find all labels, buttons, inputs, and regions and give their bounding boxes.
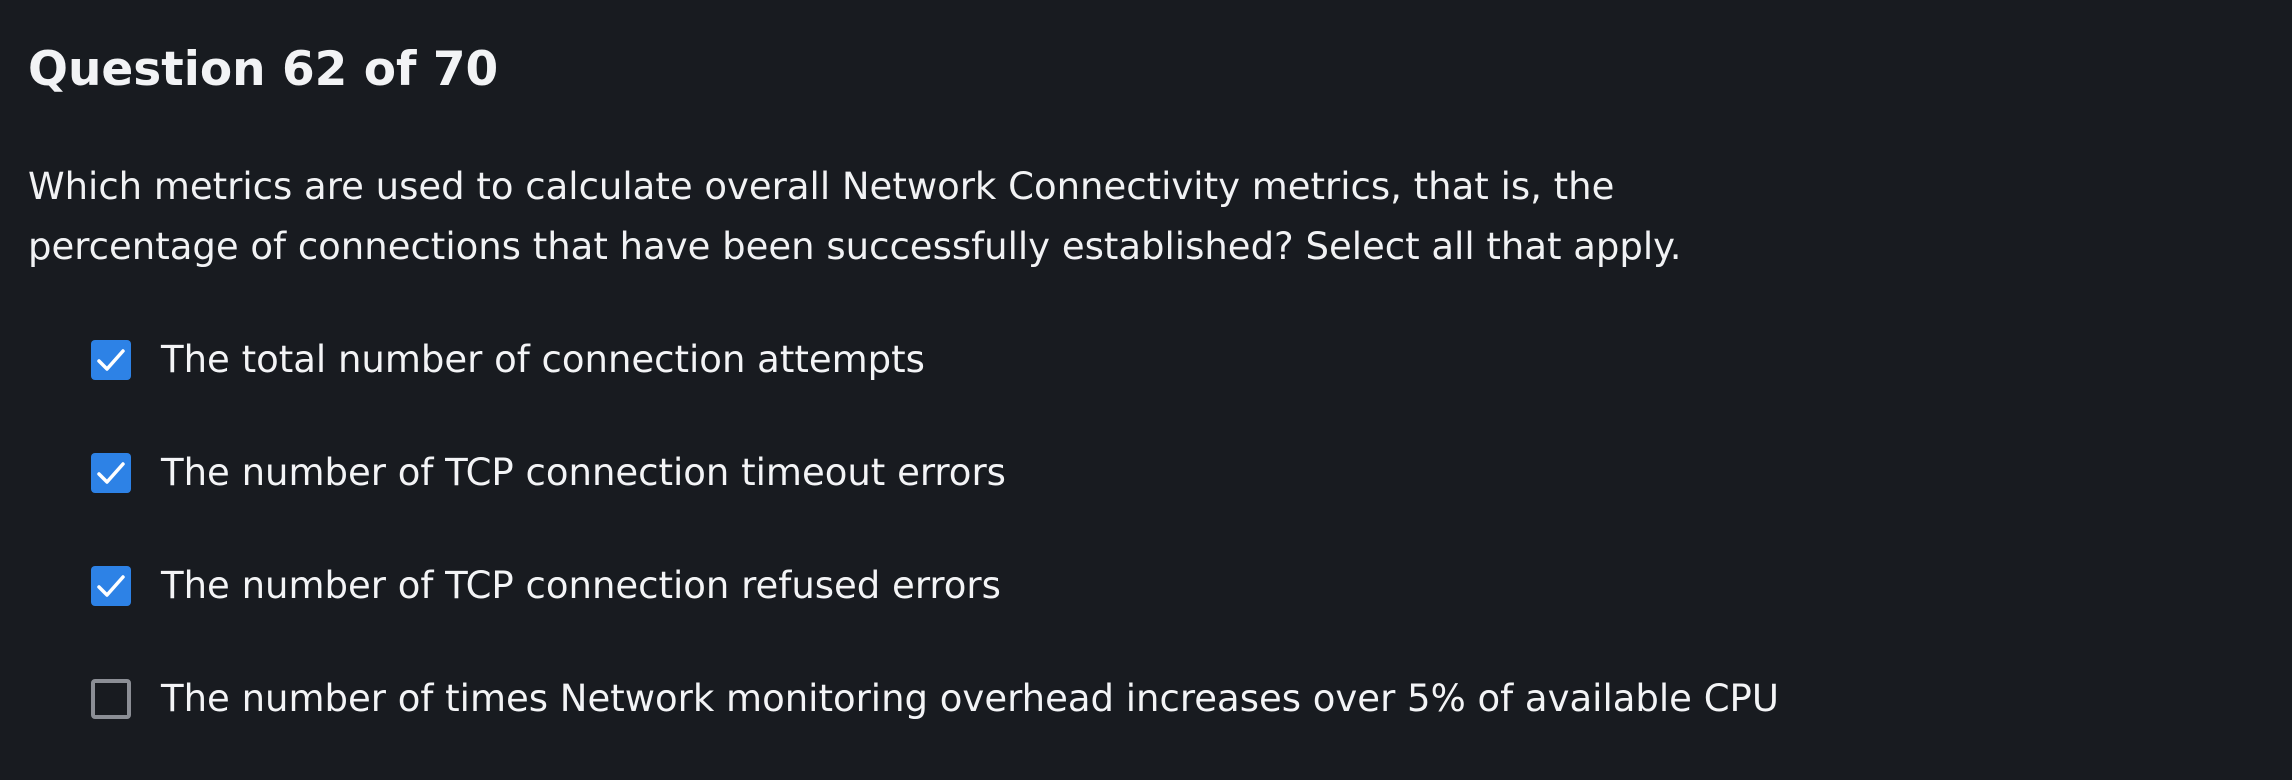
question-text: Which metrics are used to calculate over… [28,157,1682,277]
quiz-page: Question 62 of 70 Which metrics are used… [0,0,2292,780]
answer-option-label: The total number of connection attempts [161,338,925,381]
question-text-line-2: percentage of connections that have been… [28,225,1682,268]
question-title: Question 62 of 70 [28,42,499,97]
checked-checkbox[interactable] [91,566,131,606]
checked-checkbox[interactable] [91,453,131,493]
empty-checkbox-icon[interactable] [91,679,131,719]
checkmark-icon [97,575,125,597]
checkmark-icon [97,462,125,484]
question-text-line-1: Which metrics are used to calculate over… [28,165,1615,208]
answer-option-label: The number of TCP connection timeout err… [161,451,1006,494]
answer-option-label: The number of times Network monitoring o… [161,677,1779,720]
answer-option-label: The number of TCP connection refused err… [161,564,1001,607]
answer-option-4[interactable]: The number of times Network monitoring o… [91,671,1779,727]
checkmark-icon [97,349,125,371]
answer-option-3[interactable]: The number of TCP connection refused err… [91,558,1001,614]
answer-option-1[interactable]: The total number of connection attempts [91,332,925,388]
answer-option-2[interactable]: The number of TCP connection timeout err… [91,445,1006,501]
checked-checkbox[interactable] [91,340,131,380]
